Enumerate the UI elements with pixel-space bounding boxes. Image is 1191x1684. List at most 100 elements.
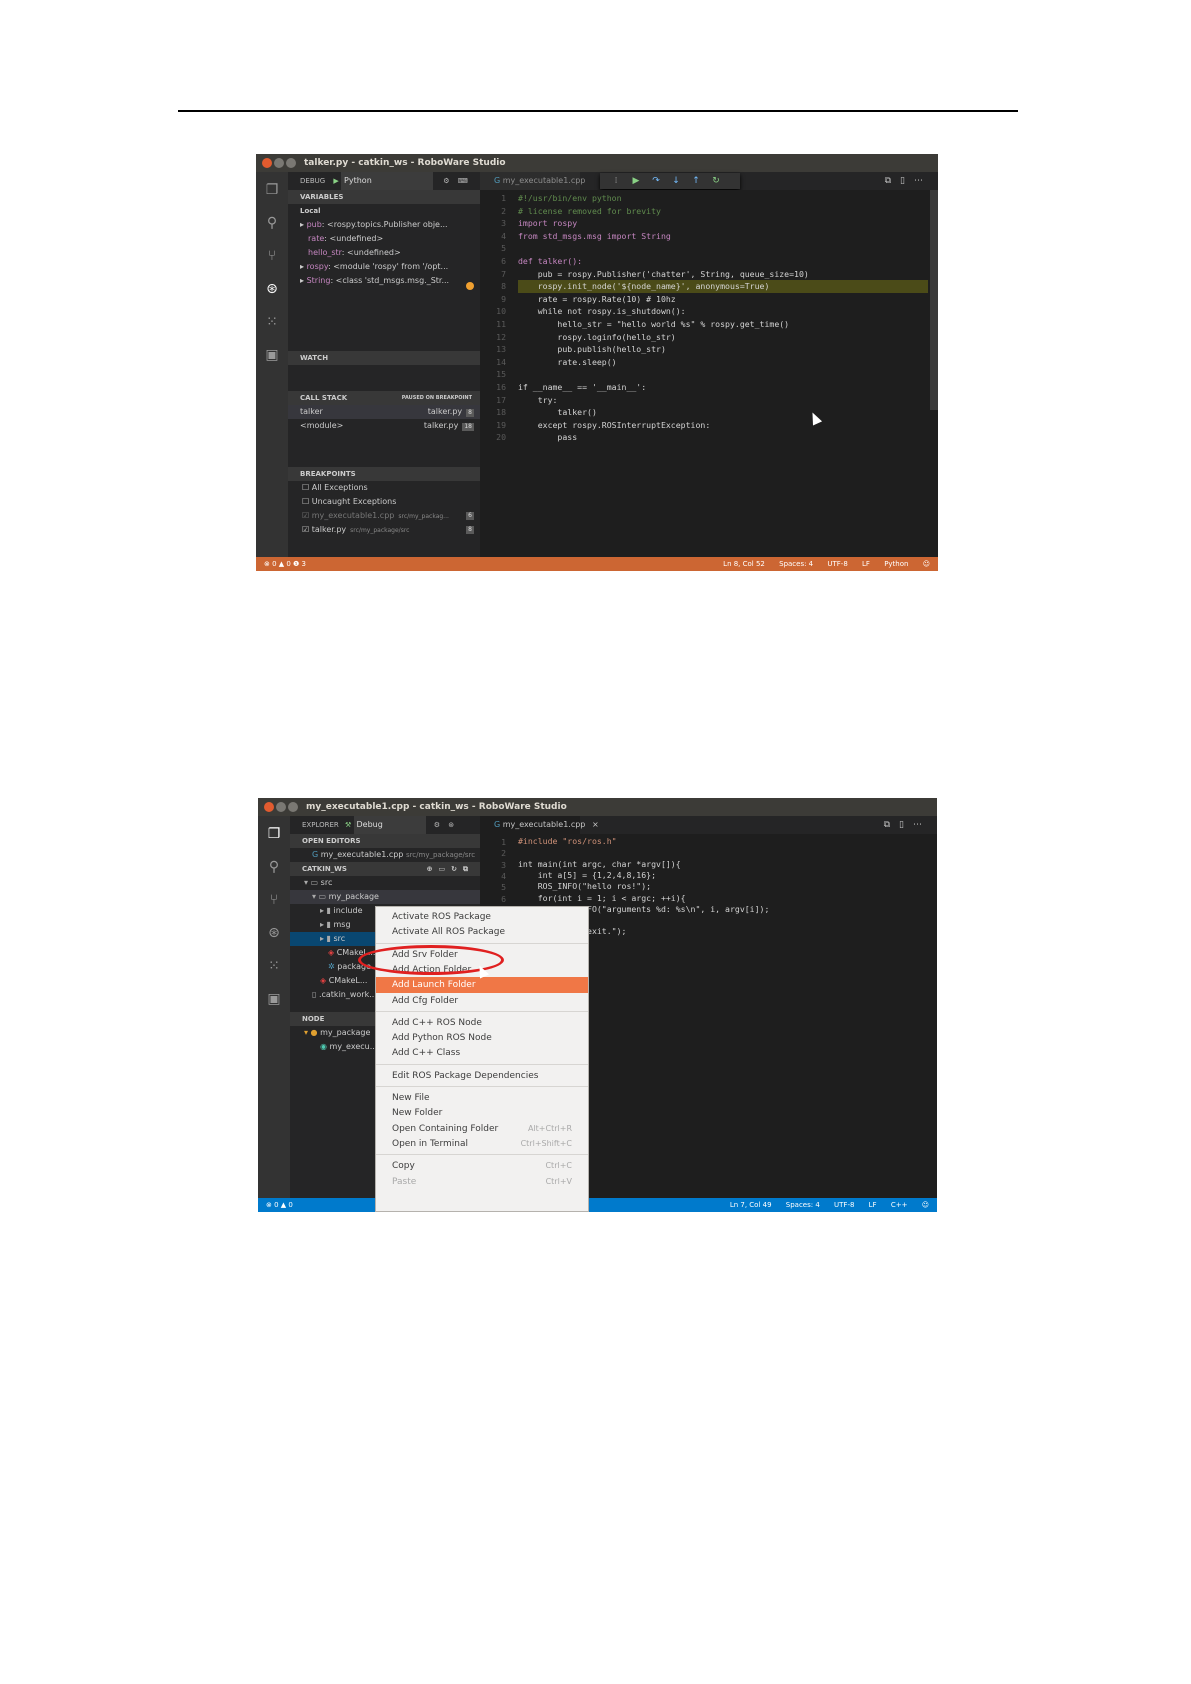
code-line[interactable] bbox=[518, 368, 928, 381]
code-line[interactable]: hello_str = "hello world %s" % rospy.get… bbox=[518, 318, 928, 331]
menu-item[interactable]: Paste Ctrl+V bbox=[376, 1174, 588, 1190]
menu-item[interactable]: Add Python ROS Node bbox=[376, 1030, 588, 1046]
start-debug-icon[interactable]: ▶ bbox=[333, 177, 338, 185]
feedback-icon[interactable]: ☺ bbox=[922, 1201, 929, 1209]
encoding[interactable]: UTF-8 bbox=[834, 1201, 854, 1209]
tab-my-executable1[interactable]: G my_executable1.cpp × bbox=[480, 816, 599, 834]
source-control-icon[interactable]: ⑂ bbox=[262, 246, 282, 266]
close-window-button[interactable] bbox=[264, 802, 274, 812]
code-line[interactable]: #!/usr/bin/env python bbox=[518, 192, 928, 205]
debug-icon[interactable]: ⊛ bbox=[264, 923, 284, 943]
code-line[interactable]: talker() bbox=[518, 406, 928, 419]
explorer-tree-item[interactable]: ▾ ▭ src bbox=[290, 876, 480, 890]
code-line[interactable]: for(int i = 1; i < argc; ++i){ bbox=[518, 893, 927, 904]
close-window-button[interactable] bbox=[262, 158, 272, 168]
gear-icon[interactable]: ⚙ bbox=[443, 177, 449, 185]
open-editor-item[interactable]: G my_executable1.cpp src/my_package/src bbox=[290, 848, 480, 862]
breakpoint-checkbox[interactable]: ☐ bbox=[302, 497, 312, 506]
menu-item[interactable]: Activate All ROS Package bbox=[376, 924, 588, 940]
code-line[interactable] bbox=[518, 847, 927, 858]
code-line[interactable]: from std_msgs.msg import String bbox=[518, 230, 928, 243]
line-ending[interactable]: LF bbox=[869, 1201, 877, 1209]
continue-icon[interactable]: ▶ bbox=[626, 173, 646, 189]
extensions-icon[interactable]: ⁙ bbox=[264, 956, 284, 976]
code-line[interactable]: rate.sleep() bbox=[518, 356, 928, 369]
variable-row[interactable]: ▸ rospy: <module 'rospy' from '/opt... bbox=[288, 260, 480, 274]
extensions-icon[interactable]: ⁙ bbox=[262, 312, 282, 332]
code-line[interactable]: rospy.loginfo(hello_str) bbox=[518, 331, 928, 344]
code-line[interactable]: pub.publish(hello_str) bbox=[518, 343, 928, 356]
breakpoint-item[interactable]: ☑ talker.py src/my_package/src 8 bbox=[288, 523, 480, 537]
open-editors-section-header[interactable]: OPEN EDITORS bbox=[290, 834, 480, 848]
language-mode[interactable]: C++ bbox=[891, 1201, 908, 1209]
watch-section-header[interactable]: WATCH bbox=[288, 351, 480, 365]
debug-config-select[interactable]: Python bbox=[341, 172, 434, 190]
code-line[interactable]: if __name__ == '__main__': bbox=[518, 381, 928, 394]
code-line[interactable]: #include "ros/ros.h" bbox=[518, 836, 927, 847]
call-stack-section-header[interactable]: CALL STACK PAUSED ON BREAKPOINT bbox=[288, 391, 480, 405]
code-editor[interactable]: 1 #!/usr/bin/env python 2 # license removed… bbox=[466, 190, 938, 557]
code-line[interactable]: import rospy bbox=[518, 217, 928, 230]
breakpoint-item[interactable]: ☐ All Exceptions bbox=[288, 481, 480, 495]
code-line[interactable]: rospy.init_node('${node_name}', anonymou… bbox=[518, 280, 928, 293]
cursor-position[interactable]: Ln 8, Col 52 bbox=[723, 560, 765, 568]
explorer-tree-item[interactable]: ▾ ▭ my_package bbox=[290, 890, 480, 904]
call-stack-frame[interactable]: talker talker.py 8 bbox=[288, 405, 480, 419]
editor-actions[interactable]: ⧉▯⋯ bbox=[885, 172, 932, 190]
debug-icon[interactable]: ⊛ bbox=[262, 279, 282, 299]
menu-item[interactable]: Activate ROS Package bbox=[376, 909, 588, 925]
code-line[interactable]: rate = rospy.Rate(10) # 10hz bbox=[518, 293, 928, 306]
indentation[interactable]: Spaces: 4 bbox=[779, 560, 813, 568]
source-control-icon[interactable]: ⑂ bbox=[264, 890, 284, 910]
indentation[interactable]: Spaces: 4 bbox=[786, 1201, 820, 1209]
catkin-ws-section-header[interactable]: CATKIN_WS ⊕▭↻⧉ bbox=[290, 862, 480, 876]
new-file-folder-refresh-collapse-icons[interactable]: ⊕▭↻⧉ bbox=[427, 862, 474, 876]
line-ending[interactable]: LF bbox=[862, 560, 870, 568]
code-line[interactable]: int a[5] = {1,2,4,8,16}; bbox=[518, 870, 927, 881]
language-mode[interactable]: Python bbox=[884, 560, 908, 568]
breakpoint-item[interactable]: ☑ my_executable1.cpp src/my_packag... 6 bbox=[288, 509, 480, 523]
code-line[interactable]: ROS_INFO("hello ros!"); bbox=[518, 881, 927, 892]
breakpoint-checkbox[interactable]: ☑ bbox=[302, 511, 312, 520]
drag-handle-icon[interactable]: ⁞ bbox=[606, 173, 626, 189]
menu-item[interactable]: New Folder bbox=[376, 1105, 588, 1121]
code-line[interactable]: # license removed for brevity bbox=[518, 205, 928, 218]
close-tab-icon[interactable]: × bbox=[592, 820, 599, 829]
breakpoint-checkbox[interactable]: ☐ bbox=[302, 483, 312, 492]
explorer-icon[interactable]: ❐ bbox=[262, 180, 282, 200]
local-scope[interactable]: Local bbox=[288, 204, 480, 218]
problems-count[interactable]: ⊗ 0 ▲ 0 bbox=[266, 1201, 293, 1209]
menu-item[interactable]: Add Launch Folder bbox=[376, 977, 588, 994]
menu-item[interactable]: Add C++ Class bbox=[376, 1045, 588, 1061]
variable-row[interactable]: hello_str: <undefined> bbox=[288, 246, 480, 260]
breakpoint-item[interactable]: ☐ Uncaught Exceptions bbox=[288, 495, 480, 509]
encoding[interactable]: UTF-8 bbox=[827, 560, 847, 568]
call-stack-frame[interactable]: <module> talker.py 18 bbox=[288, 419, 480, 433]
variables-section-header[interactable]: VARIABLES bbox=[288, 190, 480, 204]
code-line[interactable]: pub = rospy.Publisher('chatter', String,… bbox=[518, 268, 928, 281]
build-config-select[interactable]: Debug bbox=[353, 816, 426, 834]
restart-icon[interactable]: ↻ bbox=[706, 173, 726, 189]
code-line[interactable]: int main(int argc, char *argv[]){ bbox=[518, 859, 927, 870]
breakpoints-section-header[interactable]: BREAKPOINTS bbox=[288, 467, 480, 481]
search-icon[interactable]: ⚲ bbox=[264, 857, 284, 877]
minimize-window-button[interactable] bbox=[276, 802, 286, 812]
menu-item[interactable]: Add Cfg Folder bbox=[376, 993, 588, 1009]
menu-item[interactable]: Edit ROS Package Dependencies bbox=[376, 1068, 588, 1084]
gear-icon[interactable]: ⚙ bbox=[434, 821, 440, 829]
ros-icon[interactable]: ▣ bbox=[262, 345, 282, 365]
tab-my-executable1[interactable]: G my_executable1.cpp bbox=[480, 172, 585, 190]
maximize-window-button[interactable] bbox=[288, 802, 298, 812]
feedback-icon[interactable]: ☺ bbox=[923, 560, 930, 568]
menu-item[interactable]: Add C++ ROS Node bbox=[376, 1015, 588, 1031]
menu-item[interactable]: Open in Terminal Ctrl+Shift+C bbox=[376, 1136, 588, 1152]
step-over-icon[interactable]: ↷ bbox=[646, 173, 666, 189]
minimize-window-button[interactable] bbox=[274, 158, 284, 168]
maximize-window-button[interactable] bbox=[286, 158, 296, 168]
ros-icon[interactable]: ▣ bbox=[264, 989, 284, 1009]
variable-row[interactable]: ▸ String: <class 'std_msgs.msg._Str... bbox=[288, 274, 480, 288]
menu-item[interactable]: Open Containing Folder Alt+Ctrl+R bbox=[376, 1121, 588, 1137]
problems-count[interactable]: ⊗ 0 ▲ 0 ❶ 3 bbox=[264, 560, 306, 568]
code-line[interactable]: def talker(): bbox=[518, 255, 928, 268]
editor-actions[interactable]: ⧉▯⋯ bbox=[884, 816, 931, 834]
